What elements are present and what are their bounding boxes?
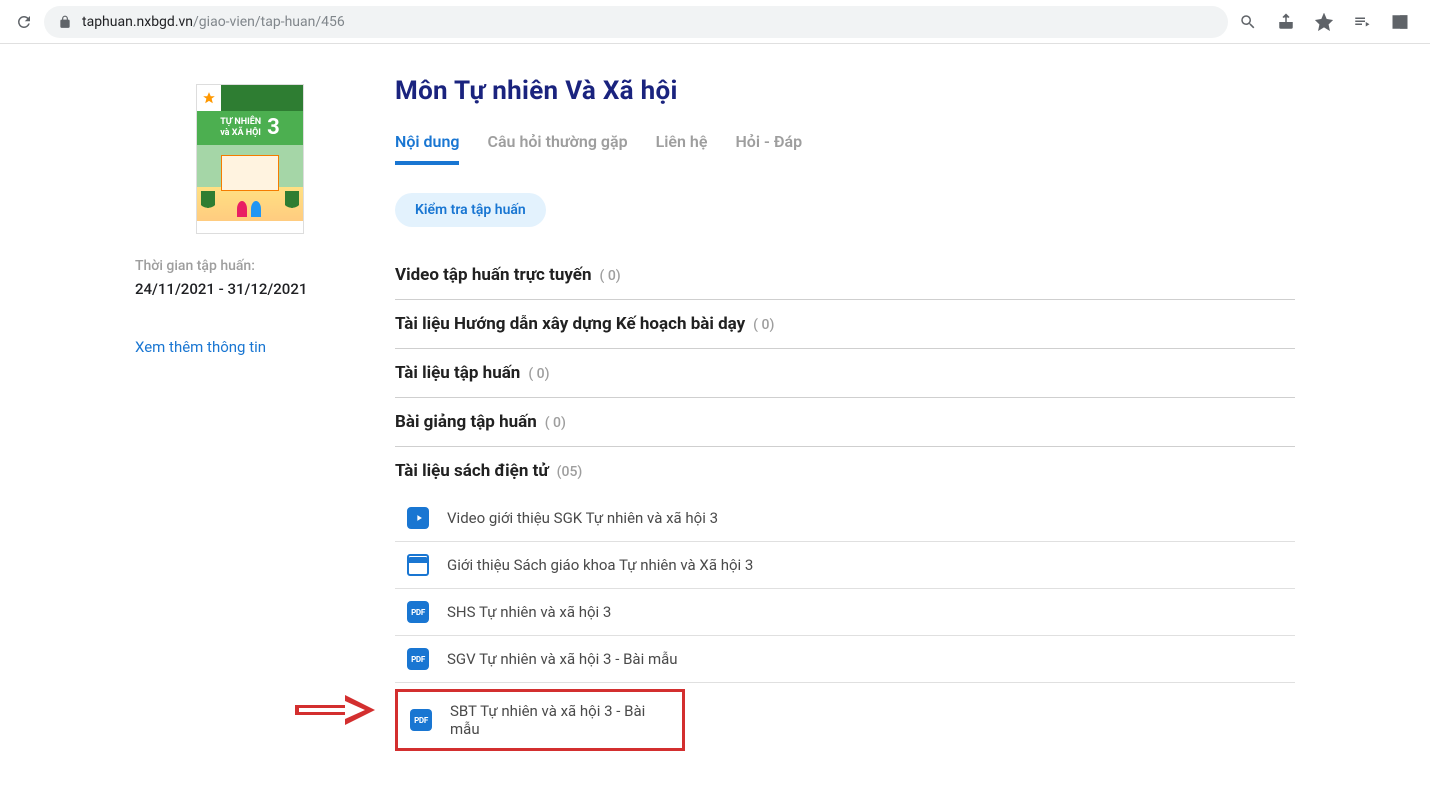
- section-ke-hoach[interactable]: Tài liệu Hướng dẫn xây dựng Kế hoạch bài…: [395, 300, 1295, 349]
- section-title: Tài liệu Hướng dẫn xây dựng Kế hoạch bài…: [395, 314, 745, 334]
- book-title-band: TỰ NHIÊN và XÃ HỘI 3: [197, 111, 303, 145]
- browser-actions: [1236, 10, 1418, 34]
- playlist-icon[interactable]: [1350, 10, 1374, 34]
- page-title: Môn Tự nhiên Và Xã hội: [395, 76, 1295, 106]
- section-count: (05): [557, 464, 583, 480]
- pdf-icon: PDF: [407, 601, 429, 623]
- list-item[interactable]: Video giới thiệu SGK Tự nhiên và xã hội …: [395, 495, 1295, 542]
- tab-noi-dung[interactable]: Nội dung: [395, 128, 459, 165]
- book-title-line1: TỰ NHIÊN: [220, 117, 261, 128]
- book-publisher-label: [221, 85, 303, 111]
- section-tai-lieu[interactable]: Tài liệu tập huấn ( 0): [395, 349, 1295, 398]
- highlighted-item-box: PDF SBT Tự nhiên và xã hội 3 - Bài mẫu: [395, 689, 685, 751]
- book-illustration: [197, 145, 303, 221]
- section-title: Tài liệu sách điện tử: [395, 461, 549, 481]
- tab-lien-he[interactable]: Liên hệ: [656, 128, 708, 165]
- section-count: ( 0): [753, 317, 774, 333]
- section-video[interactable]: Video tập huấn trực tuyến ( 0): [395, 251, 1295, 300]
- tab-bar: Nội dung Câu hỏi thường gặp Liên hệ Hỏi …: [395, 128, 1295, 165]
- book-logo-icon: [197, 85, 221, 111]
- list-item[interactable]: PDF SGV Tự nhiên và xã hội 3 - Bài mẫu: [395, 636, 1295, 683]
- url-text: taphuan.nxbgd.vn/giao-vien/tap-huan/456: [82, 14, 345, 30]
- section-count: ( 0): [600, 268, 621, 284]
- tab-hoi-dap[interactable]: Hỏi - Đáp: [735, 128, 802, 165]
- section-title: Video tập huấn trực tuyến: [395, 265, 592, 285]
- section-count: ( 0): [545, 415, 566, 431]
- panel-icon[interactable]: [1388, 10, 1412, 34]
- pdf-icon: PDF: [410, 709, 432, 731]
- sidebar: TỰ NHIÊN và XÃ HỘI 3 Thời gian tập huấn:…: [115, 64, 395, 751]
- book-title-line2: và XÃ HỘI: [220, 128, 261, 139]
- training-period-label: Thời gian tập huấn:: [135, 258, 365, 274]
- reload-icon[interactable]: [12, 10, 36, 34]
- training-period-value: 24/11/2021 - 31/12/2021: [135, 280, 365, 298]
- url-path: /giao-vien/tap-huan/456: [193, 14, 345, 30]
- share-icon[interactable]: [1274, 10, 1298, 34]
- doc-label: Giới thiệu Sách giáo khoa Tự nhiên và Xã…: [447, 556, 753, 574]
- list-item[interactable]: Giới thiệu Sách giáo khoa Tự nhiên và Xã…: [395, 542, 1295, 589]
- section-bai-giang[interactable]: Bài giảng tập huấn ( 0): [395, 398, 1295, 447]
- pdf-icon: PDF: [407, 648, 429, 670]
- section-title: Tài liệu tập huấn: [395, 363, 520, 383]
- list-item[interactable]: PDF SHS Tự nhiên và xã hội 3: [395, 589, 1295, 636]
- url-bar[interactable]: taphuan.nxbgd.vn/giao-vien/tap-huan/456: [44, 6, 1228, 38]
- play-icon: [407, 507, 429, 529]
- arrow-icon: [295, 695, 375, 729]
- more-info-link[interactable]: Xem thêm thông tin: [135, 338, 365, 356]
- browser-toolbar: taphuan.nxbgd.vn/giao-vien/tap-huan/456: [0, 0, 1430, 44]
- annotation-wrapper: PDF SBT Tự nhiên và xã hội 3 - Bài mẫu: [395, 689, 1295, 751]
- document-list: Video giới thiệu SGK Tự nhiên và xã hội …: [395, 495, 1295, 751]
- main-content: Môn Tự nhiên Và Xã hội Nội dung Câu hỏi …: [395, 64, 1315, 751]
- section-title: Bài giảng tập huấn: [395, 412, 537, 432]
- tab-cau-hoi[interactable]: Câu hỏi thường gặp: [487, 128, 627, 165]
- list-item[interactable]: PDF SBT Tự nhiên và xã hội 3 - Bài mẫu: [398, 694, 674, 746]
- book-cover: TỰ NHIÊN và XÃ HỘI 3: [196, 84, 304, 234]
- doc-label: Video giới thiệu SGK Tự nhiên và xã hội …: [447, 509, 718, 527]
- lock-icon: [58, 15, 72, 29]
- zoom-icon[interactable]: [1236, 10, 1260, 34]
- url-domain: taphuan.nxbgd.vn: [82, 14, 193, 30]
- check-training-button[interactable]: Kiểm tra tập huấn: [395, 193, 546, 227]
- window-icon: [407, 554, 429, 576]
- page-container: TỰ NHIÊN và XÃ HỘI 3 Thời gian tập huấn:…: [115, 44, 1315, 811]
- doc-label: SGV Tự nhiên và xã hội 3 - Bài mẫu: [447, 650, 678, 668]
- star-icon[interactable]: [1312, 10, 1336, 34]
- section-count: ( 0): [528, 366, 549, 382]
- doc-label: SHS Tự nhiên và xã hội 3: [447, 603, 611, 621]
- book-grade: 3: [267, 115, 280, 141]
- section-sach-dien-tu[interactable]: Tài liệu sách điện tử (05): [395, 447, 1295, 495]
